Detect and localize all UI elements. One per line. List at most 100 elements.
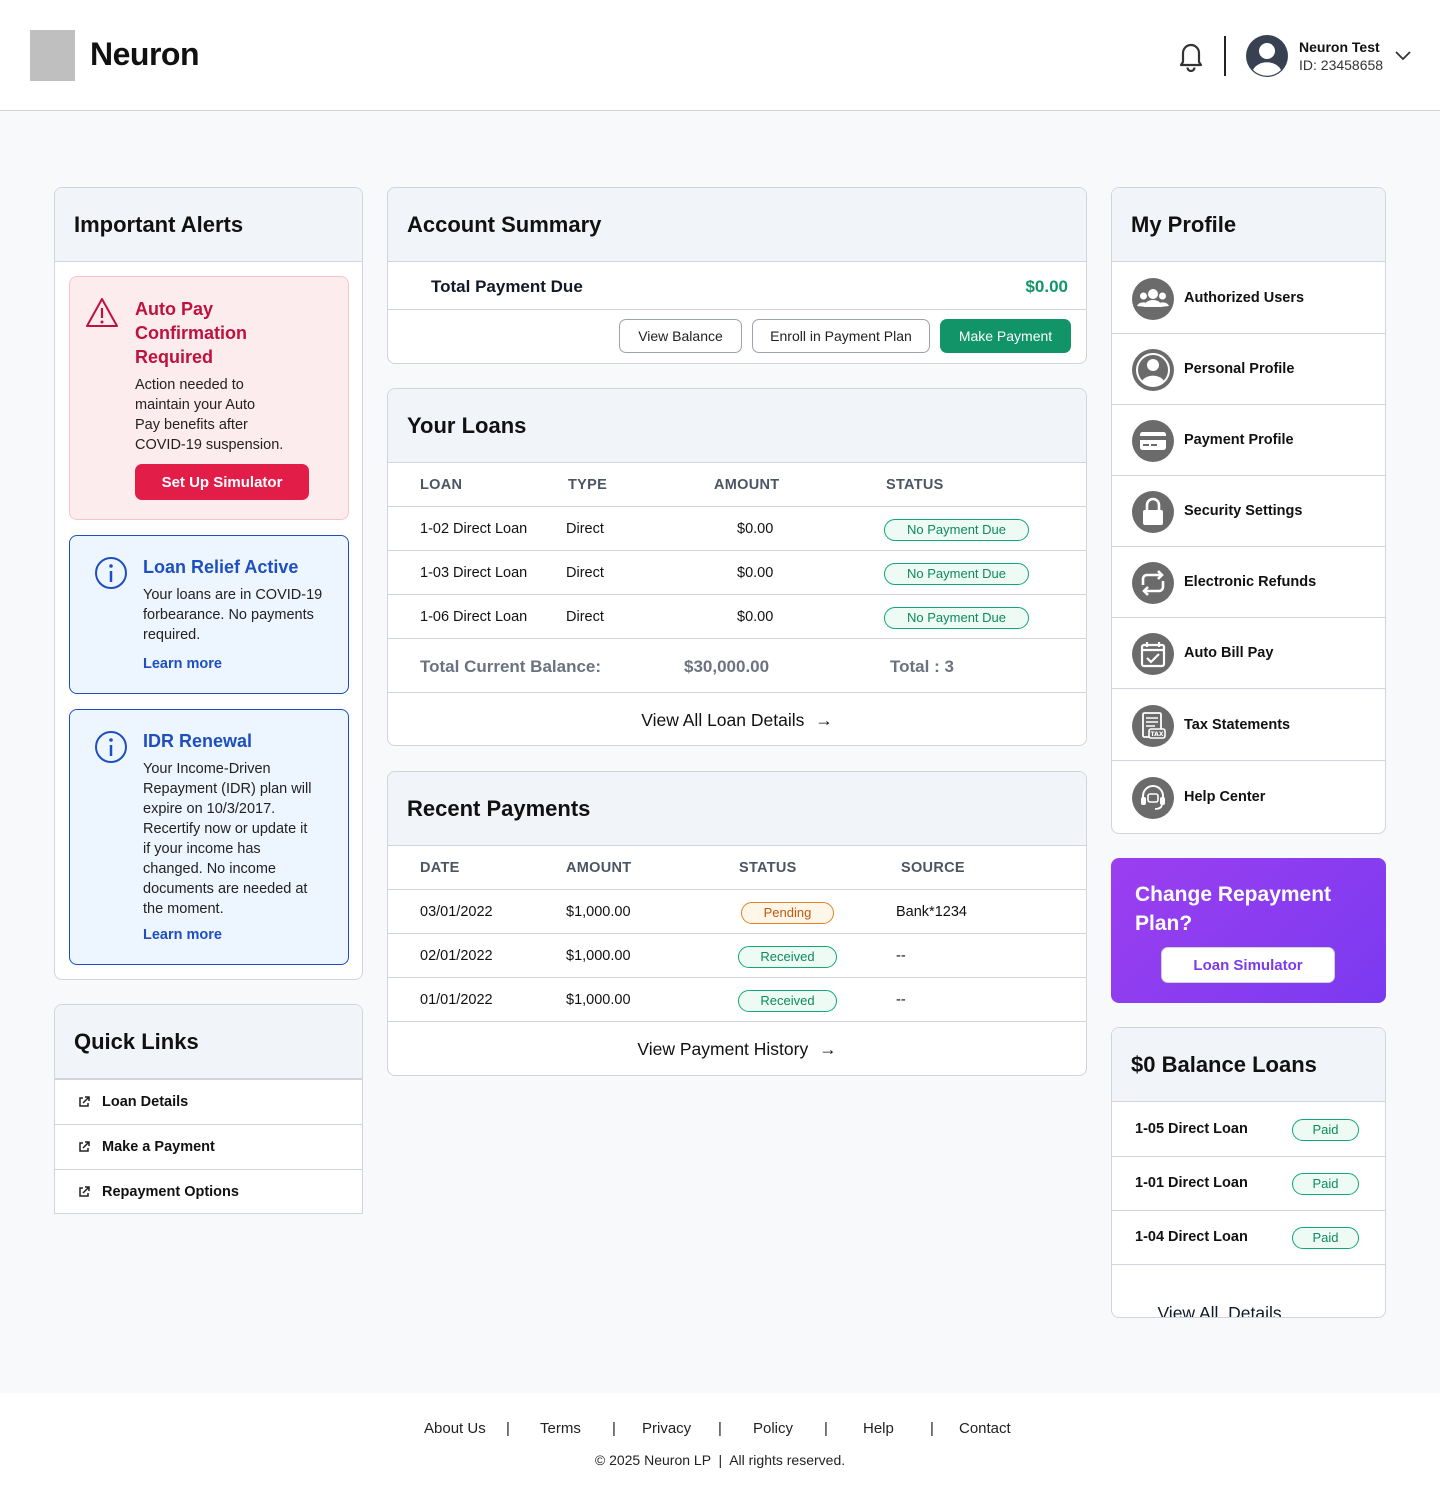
- credit-card-icon: [1132, 420, 1174, 462]
- bell-icon[interactable]: [1176, 40, 1206, 72]
- view-payment-history-link[interactable]: View Payment History →: [388, 1039, 1086, 1060]
- top-header: Neuron Neuron Test ID: 23458658: [0, 0, 1440, 111]
- svg-text:TAX: TAX: [1151, 731, 1164, 738]
- warning-icon: [86, 298, 118, 327]
- my-profile-header: My Profile: [1112, 188, 1385, 262]
- copyright-text: © 2025 Neuron LP | All rights reserved.: [594, 1452, 846, 1468]
- table-row[interactable]: 1-02 Direct Loan Direct $0.00 No Payment…: [388, 507, 1086, 551]
- autopay-title-1: Auto Pay: [135, 299, 214, 319]
- autopay-title-2: Confirmation: [135, 323, 247, 343]
- list-item[interactable]: 1-04 Direct Loan Paid: [1112, 1211, 1385, 1265]
- loan-simulator-button[interactable]: Loan Simulator: [1161, 947, 1335, 983]
- page-footer: About Us | Terms | Privacy | Policy | He…: [0, 1393, 1440, 1492]
- total-payment-label: Total Payment Due: [431, 277, 583, 296]
- make-payment-button[interactable]: Make Payment: [940, 319, 1071, 353]
- alerts-header: Important Alerts: [55, 188, 362, 262]
- profile-item-auto-bill-pay[interactable]: Auto Bill Pay: [1112, 618, 1385, 689]
- table-row[interactable]: 03/01/2022 $1,000.00 Pending Bank*1234: [388, 890, 1086, 934]
- autopay-body-3: Pay benefits after: [135, 417, 248, 433]
- loan-relief-learn-more-link[interactable]: Learn more: [143, 656, 222, 672]
- profile-item-electronic-refunds[interactable]: Electronic Refunds: [1112, 547, 1385, 618]
- loan-name: 1-03 Direct Loan: [420, 565, 528, 581]
- profile-item-authorized-users[interactable]: Authorized Users: [1112, 263, 1385, 334]
- brand-name[interactable]: Neuron: [90, 36, 200, 73]
- autopay-body-4: COVID-19 suspension.: [135, 437, 284, 453]
- status-badge: Paid: [1292, 1227, 1359, 1249]
- profile-item-label: Help Center: [1184, 789, 1266, 805]
- col-status: STATUS: [739, 860, 797, 876]
- chevron-down-icon[interactable]: [1394, 48, 1412, 62]
- footer-link-privacy[interactable]: Privacy: [642, 1420, 691, 1437]
- profile-item-security-settings[interactable]: Security Settings: [1112, 476, 1385, 547]
- recent-payments-header: Recent Payments: [388, 772, 1086, 846]
- footer-link-policy[interactable]: Policy: [753, 1420, 793, 1437]
- view-all-details-label: View All Details: [1157, 1303, 1282, 1318]
- list-item[interactable]: 1-01 Direct Loan Paid: [1112, 1157, 1385, 1211]
- quick-link-loan-details[interactable]: Loan Details: [55, 1079, 362, 1124]
- quick-link-label: Make a Payment: [102, 1139, 215, 1155]
- loan-type: Direct: [566, 609, 604, 625]
- loans-total-row: Total Current Balance: $30,000.00 Total …: [388, 639, 1086, 693]
- zero-balance-loan-name: 1-04 Direct Loan: [1135, 1229, 1248, 1245]
- info-icon: [95, 557, 127, 589]
- lock-icon: [1132, 491, 1174, 533]
- profile-item-payment-profile[interactable]: Payment Profile: [1112, 405, 1385, 476]
- idr-body-3: expire on 10/3/2017.: [143, 801, 276, 817]
- idr-body-8: the moment.: [143, 901, 224, 917]
- payment-source: --: [896, 992, 906, 1008]
- view-all-details-link[interactable]: View All Details →: [1138, 1282, 1282, 1318]
- profile-item-label: Authorized Users: [1184, 290, 1305, 306]
- payment-amount: $1,000.00: [566, 948, 631, 964]
- footer-link-help[interactable]: Help: [863, 1420, 894, 1437]
- idr-learn-more-link[interactable]: Learn more: [143, 927, 222, 943]
- enroll-payment-plan-button[interactable]: Enroll in Payment Plan: [752, 319, 930, 353]
- profile-item-help-center[interactable]: Help Center: [1112, 762, 1385, 833]
- loan-amount: $0.00: [737, 521, 774, 537]
- status-badge: Received: [738, 990, 837, 1012]
- total-balance-value: $30,000.00: [684, 657, 770, 676]
- quick-links-card: Quick Links Loan Details Make a Payment …: [54, 1004, 363, 1214]
- table-row[interactable]: 02/01/2022 $1,000.00 Received --: [388, 934, 1086, 978]
- idr-body-1: Your Income-Driven: [143, 761, 271, 777]
- loan-type: Direct: [566, 521, 604, 537]
- autopay-body-1: Action needed to: [135, 377, 244, 393]
- loan-amount: $0.00: [737, 609, 774, 625]
- col-date: DATE: [420, 860, 460, 876]
- user-name: Neuron Test: [1299, 39, 1380, 55]
- table-row[interactable]: 1-06 Direct Loan Direct $0.00 No Payment…: [388, 595, 1086, 639]
- footer-link-contact[interactable]: Contact: [959, 1420, 1011, 1437]
- status-badge: No Payment Due: [884, 563, 1029, 585]
- view-all-loan-details-label: View All Loan Details: [641, 710, 805, 730]
- profile-item-tax-statements[interactable]: TAX Tax Statements: [1112, 690, 1385, 761]
- logo-placeholder[interactable]: [30, 30, 75, 81]
- footer-separator: |: [718, 1420, 722, 1437]
- loan-relief-alert: Loan Relief Active Your loans are in COV…: [69, 535, 349, 694]
- footer-separator: |: [612, 1420, 616, 1437]
- view-balance-button[interactable]: View Balance: [619, 319, 742, 353]
- list-item[interactable]: 1-05 Direct Loan Paid: [1112, 1103, 1385, 1157]
- set-up-simulator-button[interactable]: Set Up Simulator: [135, 464, 309, 500]
- view-all-loan-details-link[interactable]: View All Loan Details →: [388, 710, 1086, 731]
- total-balance-label: Total Current Balance:: [420, 657, 602, 676]
- recent-payments-card: Recent Payments DATE AMOUNT STATUS SOURC…: [387, 771, 1087, 1076]
- profile-item-personal-profile[interactable]: Personal Profile: [1112, 334, 1385, 405]
- user-avatar-icon[interactable]: [1245, 34, 1289, 78]
- idr-body-4: Recertify now or update it: [143, 821, 308, 837]
- external-link-icon: [79, 1096, 90, 1107]
- alerts-card: Important Alerts Auto Pay Confirmation R…: [54, 187, 363, 980]
- idr-body-7: documents are needed at: [143, 881, 308, 897]
- footer-link-terms[interactable]: Terms: [540, 1420, 581, 1437]
- status-badge: Pending: [741, 902, 834, 924]
- profile-item-label: Electronic Refunds: [1184, 574, 1317, 590]
- table-row[interactable]: 1-03 Direct Loan Direct $0.00 No Payment…: [388, 551, 1086, 595]
- table-row[interactable]: 01/01/2022 $1,000.00 Received --: [388, 978, 1086, 1022]
- idr-body-6: changed. No income: [143, 861, 276, 877]
- quick-link-repayment-options[interactable]: Repayment Options: [55, 1169, 362, 1213]
- zero-balance-loans-card: $0 Balance Loans 1-05 Direct Loan Paid 1…: [1111, 1027, 1386, 1318]
- col-source: SOURCE: [901, 860, 965, 876]
- recent-payments-title: Recent Payments: [407, 795, 591, 821]
- footer-link-about-us[interactable]: About Us: [424, 1420, 486, 1437]
- refresh-icon: [1132, 562, 1174, 604]
- your-loans-title: Your Loans: [407, 412, 527, 438]
- quick-link-make-payment[interactable]: Make a Payment: [55, 1124, 362, 1169]
